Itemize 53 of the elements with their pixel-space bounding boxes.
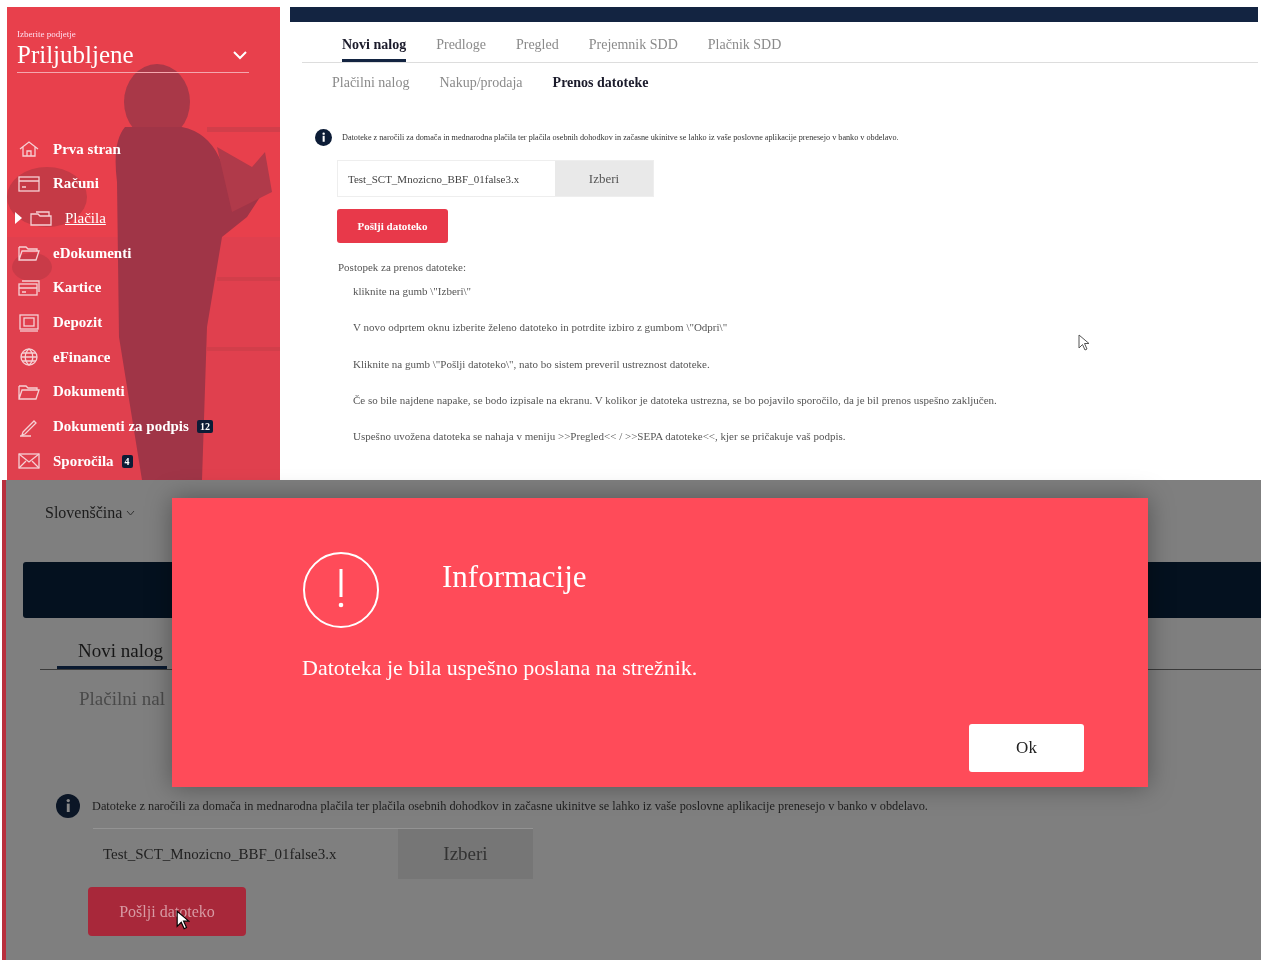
folder-icon: [17, 243, 41, 264]
step-text: Kliknite na gumb \"Pošlji datoteko\", nato bo sistem preveril ustreznost datoteke.: [353, 357, 711, 370]
home-icon: [17, 139, 41, 160]
info-icon: [56, 794, 80, 818]
count-badge: 4: [121, 454, 133, 468]
steps-title: Postopek za prenos datoteke:: [338, 261, 467, 273]
choose-button[interactable]: Izberi: [398, 829, 533, 879]
sub-tab[interactable]: Prenos datoteke: [552, 75, 649, 91]
sub-tab[interactable]: Plačilni nalog: [332, 75, 410, 91]
tab[interactable]: Predloge: [436, 36, 486, 62]
sidebar-item[interactable]: Dokumenti: [53, 383, 125, 401]
language-selector[interactable]: Slovenščina: [45, 504, 1261, 522]
card-icon: [17, 173, 41, 194]
company-label: Izberite podjetje: [17, 29, 77, 39]
tab[interactable]: Novi nalog: [57, 640, 167, 669]
sidebar-item[interactable]: eDokumenti: [53, 244, 132, 262]
step-text: V novo odprtem oknu izberite želeno datoteko in potrdite izbiro z gumbom \"Odpri\": [353, 321, 729, 334]
tab[interactable]: Prejemnik SDD: [588, 36, 678, 62]
dialog-title: Informacije: [442, 559, 588, 596]
sidebar-item[interactable]: Kartice: [53, 279, 102, 297]
folder-icon: [29, 208, 53, 229]
step-text: Uspešno uvožena datoteka se nahaja v meniju >>Pregled<< / >>SEPA datoteke<<, kjer se pričakuje vaš podpis.: [353, 430, 847, 443]
send-file-button[interactable]: Pošlji datoteko: [88, 887, 246, 936]
tab[interactable]: Plačnik SDD: [707, 36, 782, 62]
tab[interactable]: Pregled: [515, 36, 559, 62]
step-text: kliknite na gumb \"Izberi\": [353, 285, 473, 297]
company-dropdown[interactable]: Priljubljene: [17, 41, 249, 73]
sidebar-item[interactable]: Prva stran: [53, 140, 121, 158]
file-field[interactable]: Test_SCT_Mnozicno_BBF_01false3.x Izberi: [337, 160, 654, 197]
tab[interactable]: Novi nalog: [342, 36, 407, 62]
choose-button[interactable]: Izberi: [555, 161, 653, 196]
info-icon: [315, 129, 332, 146]
sub-tab[interactable]: Nakup/prodaja: [439, 75, 523, 91]
send-file-button[interactable]: Pošlji datoteko: [337, 209, 448, 243]
globe-icon: [17, 347, 41, 368]
sidebar-item[interactable]: Računi: [53, 175, 99, 193]
ok-button[interactable]: Ok: [969, 724, 1084, 772]
sidebar-item[interactable]: Sporočila: [53, 452, 114, 470]
step-text: Če so bile najdene napake, se bodo izpisale na ekranu. V kolikor je datoteka ustrezna, se bo pojavilo sporočilo, da je bil prenos uspešno zaključen.: [353, 393, 998, 406]
cursor-icon: [1078, 334, 1090, 351]
sidebar-item[interactable]: Depozit: [53, 314, 103, 332]
cards-icon: [17, 277, 41, 298]
alert-icon: [302, 551, 380, 629]
caret-icon: [126, 510, 136, 516]
sidebar-item[interactable]: eFinance: [53, 348, 111, 366]
info-text: Datoteke z naročili za domača in mednarodna plačila ter plačila osebnih dohodkov in začasne ukinitve se lahko iz vaše poslovne aplikacije prenesejo v banko v obdelavo.: [92, 798, 928, 814]
info-text: Datoteke z naročili za domača in mednarodna plačila ter plačila osebnih dohodkov in začasne ukinitve se lahko iz vaše poslovne aplikacije prenesejo v banko v obdelavo.: [342, 133, 899, 142]
monitor-icon: [17, 312, 41, 333]
chevron-down-icon: [233, 50, 247, 60]
envelope-icon: [17, 451, 41, 472]
sidebar-item[interactable]: Plačila: [65, 209, 106, 227]
dialog-message: Datoteka je bila uspešno poslana na strežnik.: [302, 655, 698, 681]
sidebar-item[interactable]: Dokumenti za podpis: [53, 418, 189, 436]
